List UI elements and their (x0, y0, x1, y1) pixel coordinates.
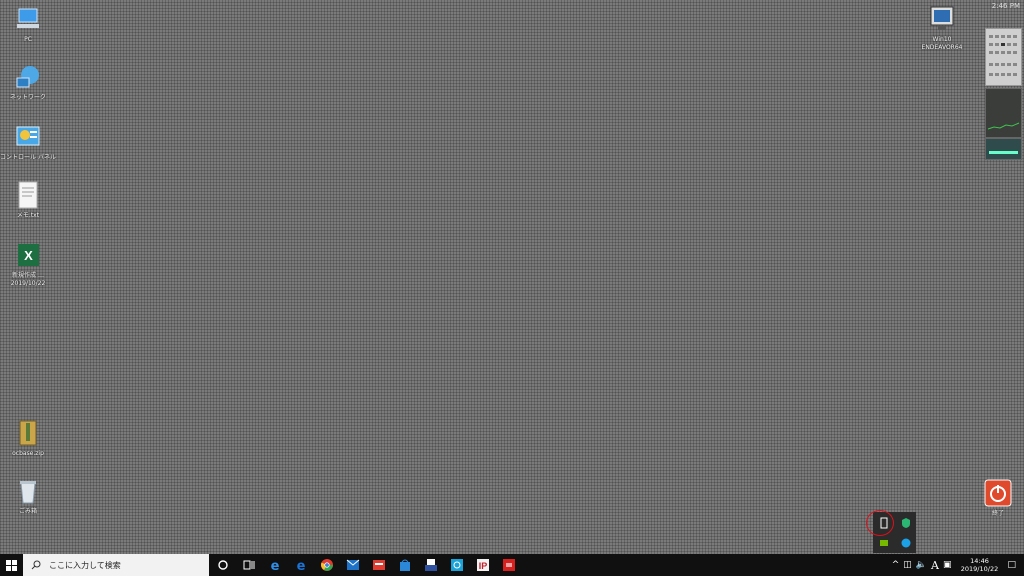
meter-icon (989, 151, 1018, 154)
desktop-icon-label: メモ.txt (16, 212, 40, 219)
red-app-icon-2 (503, 559, 515, 571)
taskbar: ここに入力して検索 e e IP ^ ◫ 🔈 A ▣ 14:46 2019/10… (0, 554, 1024, 576)
task-view-icon (243, 560, 255, 570)
system-tray: ^ ◫ 🔈 A ▣ 14:46 2019/10/22 □ (890, 554, 1024, 576)
desktop-icon-win10-pc[interactable]: Win10 ENDEAVOR64 (914, 4, 970, 52)
red-app-icon (373, 560, 385, 570)
taskbar-store[interactable] (392, 554, 418, 576)
store-icon (400, 559, 410, 571)
svg-text:e: e (297, 559, 306, 572)
skype-icon[interactable] (899, 536, 913, 550)
search-icon (31, 560, 41, 570)
power-icon (983, 478, 1013, 508)
windows-logo-icon (6, 559, 17, 571)
network-meter-widget[interactable] (985, 138, 1022, 160)
svg-text:IP: IP (479, 561, 488, 571)
desktop-icon-label: 新規作成 … 2019/10/22 (10, 272, 46, 287)
clock-date: 2019/10/22 (960, 565, 999, 573)
archive-icon (13, 418, 43, 448)
desktop-clock: 2:46 PM (991, 2, 1020, 10)
edge-icon: e (271, 559, 280, 572)
desktop-icon-label: ocbase.zip (12, 450, 44, 457)
cortana-icon (218, 560, 228, 570)
notification-center-icon[interactable]: □ (1007, 560, 1016, 570)
performance-graph-widget[interactable] (985, 88, 1022, 138)
desktop-icon-label: ネットワーク (9, 94, 46, 101)
ip-app-icon: IP (477, 559, 489, 571)
start-button[interactable] (0, 554, 23, 576)
svg-text:e: e (271, 559, 280, 572)
desktop-icon-shutdown[interactable]: 終了 (970, 478, 1024, 518)
desktop-icon-pc[interactable]: PC (0, 4, 56, 44)
svg-text:X: X (24, 248, 33, 263)
taskbar-search-box[interactable]: ここに入力して検索 (23, 554, 209, 576)
taskbar-app-2[interactable] (444, 554, 470, 576)
desktop-icon-control-panel[interactable]: コントロール パネル (0, 122, 56, 162)
desktop-icon-label: ごみ箱 (18, 508, 37, 515)
network-tray-icon[interactable]: ◫ (903, 560, 912, 570)
annotation-circle (866, 510, 894, 536)
show-hidden-icons-chevron-icon[interactable]: ^ (892, 560, 900, 570)
taskbar-edge-legacy[interactable]: e (262, 554, 288, 576)
security-shield-icon[interactable] (899, 516, 913, 530)
taskbar-red-app[interactable] (366, 554, 392, 576)
app-icon-2 (451, 559, 463, 571)
text-file-icon (13, 180, 43, 210)
mail-icon (346, 559, 360, 570)
network-icon (13, 62, 43, 92)
taskbar-red-app-2[interactable] (496, 554, 522, 576)
app-icon (425, 559, 437, 571)
edge-icon-2: e (297, 559, 306, 572)
taskbar-ip-app[interactable]: IP (470, 554, 496, 576)
volume-icon[interactable]: 🔈 (916, 560, 927, 570)
desktop-icon-label: 終了 (991, 510, 1004, 517)
pc-icon (13, 4, 43, 34)
taskbar-chrome[interactable] (314, 554, 340, 576)
graph-icon (987, 122, 1020, 130)
desktop-icon-excel[interactable]: X 新規作成 … 2019/10/22 (0, 240, 56, 288)
desktop-icon-label: Win10 ENDEAVOR64 (921, 36, 963, 51)
desktop-icon-archive[interactable]: ocbase.zip (0, 418, 56, 458)
control-panel-icon (13, 122, 43, 152)
desktop-icon-label: コントロール パネル (0, 154, 56, 161)
search-placeholder: ここに入力して検索 (49, 560, 121, 570)
monitor-icon (927, 4, 957, 34)
cortana-button[interactable] (210, 554, 236, 576)
desktop-icon-recycle-bin[interactable]: ごみ箱 (0, 476, 56, 516)
taskbar-clock[interactable]: 14:46 2019/10/22 (957, 557, 1001, 573)
desktop-icon-network[interactable]: ネットワーク (0, 62, 56, 102)
chrome-icon (321, 559, 333, 571)
calendar-grid-icon (989, 35, 1017, 76)
action-square-icon[interactable]: ▣ (943, 560, 952, 570)
ime-indicator[interactable]: A (931, 559, 939, 572)
excel-file-icon: X (13, 240, 43, 270)
desktop-icon-memo[interactable]: メモ.txt (0, 180, 56, 220)
task-view-button[interactable] (236, 554, 262, 576)
recycle-bin-icon (13, 476, 43, 506)
taskbar-app[interactable] (418, 554, 444, 576)
taskbar-mail[interactable] (340, 554, 366, 576)
desktop-icon-label: PC (24, 36, 32, 43)
nvidia-icon[interactable] (877, 536, 891, 550)
taskbar-edge[interactable]: e (288, 554, 314, 576)
clock-time: 14:46 (970, 557, 989, 565)
calendar-widget[interactable] (985, 28, 1022, 86)
